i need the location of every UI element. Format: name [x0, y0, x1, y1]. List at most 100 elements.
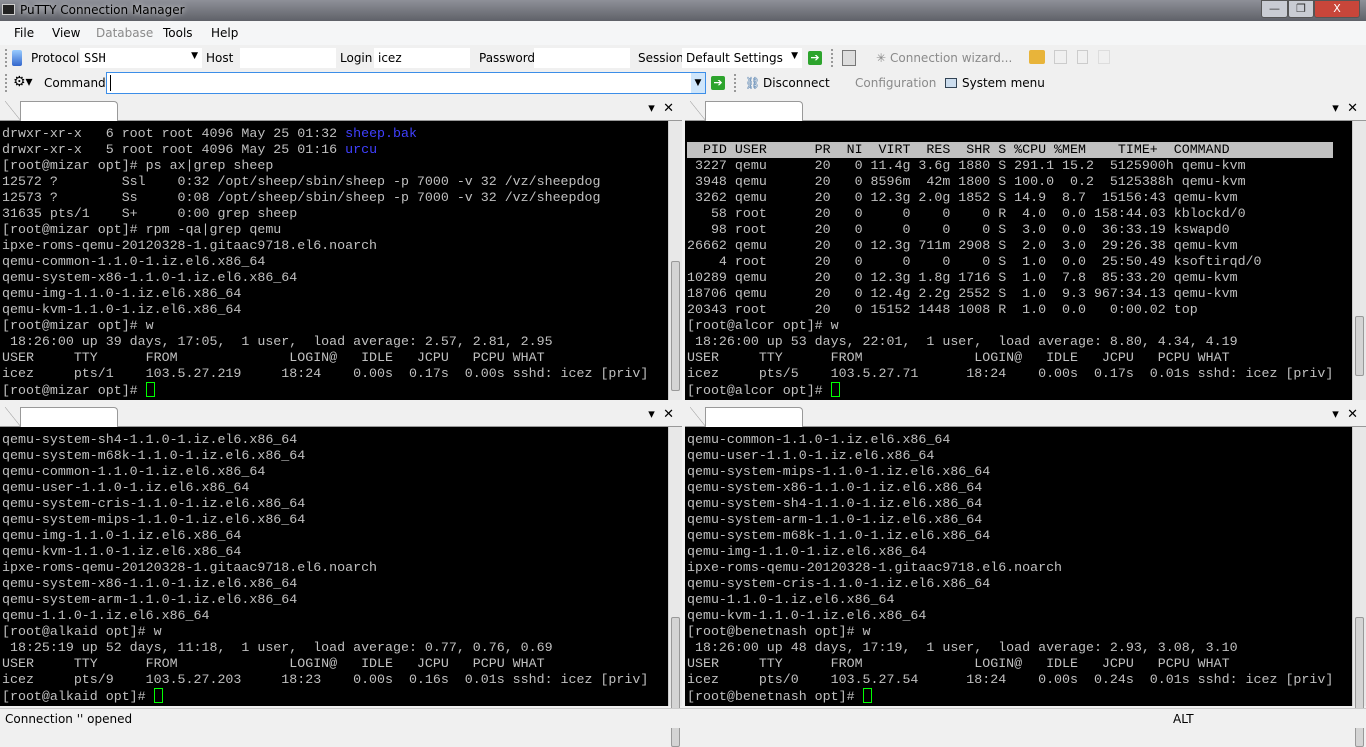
scrollbar[interactable] [1352, 427, 1366, 747]
script-icon[interactable]: ⚙▾ [13, 74, 33, 90]
terminal-line: qemu-kvm-1.1.0-1.iz.el6.x86_64 [2, 544, 668, 560]
terminal-text: 18:25:19 up 52 days, 11:18, 1 user, load… [2, 640, 553, 655]
terminal-line: 12572 ? Ssl 0:32 /opt/sheep/sbin/sheep -… [2, 174, 668, 190]
scrollbar-thumb[interactable] [671, 261, 680, 391]
tab-list-dropdown-icon[interactable]: ▾ [648, 407, 655, 422]
minimize-button[interactable]: — [1261, 0, 1288, 18]
copy-icon[interactable] [1077, 50, 1088, 64]
terminal-line: qemu-common-1.1.0-1.iz.el6.x86_64 [2, 254, 668, 270]
terminal-text: USER TTY FROM LOGIN@ IDLE JCPU PCPU WHAT [687, 350, 1230, 365]
terminal-text: qemu-system-mips-1.1.0-1.iz.el6.x86_64 [687, 464, 991, 479]
terminal-text: qemu-system-arm-1.1.0-1.iz.el6.x86_64 [687, 512, 983, 527]
terminal-text: qemu-system-mips-1.1.0-1.iz.el6.x86_64 [2, 512, 306, 527]
wizard-icon: ✳ [876, 51, 887, 65]
toolbar-grip[interactable] [5, 74, 7, 92]
session-tab[interactable] [20, 407, 118, 428]
terminal-text: 18:26:00 up 48 days, 17:19, 1 user, load… [687, 640, 1238, 655]
terminal-text: qemu-system-cris-1.1.0-1.iz.el6.x86_64 [687, 576, 991, 591]
import-icon[interactable] [1098, 50, 1110, 64]
scrollbar[interactable] [1352, 121, 1366, 400]
session-tab[interactable] [705, 101, 803, 122]
terminal-cursor [153, 688, 163, 703]
close-button[interactable]: X [1314, 0, 1360, 18]
session-tab[interactable] [20, 101, 118, 122]
tab-list-dropdown-icon[interactable]: ▾ [1332, 101, 1339, 116]
terminal-text: 98 root 20 0 0 0 0 S 3.0 0.0 36:33.19 ks… [687, 222, 1230, 237]
chevron-down-icon: ▼ [191, 51, 198, 61]
password-input[interactable] [534, 48, 630, 68]
terminal-line: qemu-common-1.1.0-1.iz.el6.x86_64 [2, 464, 668, 480]
terminal-text: icez pts/5 103.5.27.71 18:24 0.00s 0.17s… [687, 366, 1334, 381]
terminal-text: qemu-system-arm-1.1.0-1.iz.el6.x86_64 [2, 592, 298, 607]
connection-wizard-button[interactable]: Connection wizard... [890, 51, 1012, 65]
login-label: Login [340, 51, 373, 65]
terminal-text: qemu-system-m68k-1.1.0-1.iz.el6.x86_64 [687, 528, 991, 543]
session-select[interactable]: Default Settings ▼ [682, 48, 802, 68]
terminal-text: 12573 ? Ss 0:08 /opt/sheep/sbin/sheep -p… [2, 190, 601, 205]
tab-list-dropdown-icon[interactable]: ▾ [1332, 407, 1339, 422]
database-icon[interactable] [842, 50, 856, 66]
menu-tools[interactable]: Tools [163, 26, 193, 40]
close-tab-icon[interactable]: ✕ [663, 101, 674, 116]
terminal-text: 18:26:00 up 53 days, 22:01, 1 user, load… [687, 334, 1238, 349]
terminal-line: [root@mizar opt]# w [2, 318, 668, 334]
terminal-text: 3262 qemu 20 0 12.3g 2.0g 1852 S 14.9 8.… [687, 190, 1238, 205]
terminal-screen[interactable]: drwxr-xr-x 6 root root 4096 May 25 01:32… [0, 121, 668, 400]
toolbar-grip[interactable] [734, 74, 736, 92]
terminal-pane-alcor: ▾ ✕ PID USER PR NI VIRT RES SHR S %CPU %… [685, 98, 1366, 400]
disconnect-button[interactable]: Disconnect [763, 76, 830, 90]
terminal-text: qemu-1.1.0-1.iz.el6.x86_64 [687, 592, 895, 607]
terminal-line: 10289 qemu 20 0 12.3g 1.8g 1716 S 1.0 7.… [687, 270, 1352, 286]
terminal-line: ipxe-roms-qemu-20120328-1.gitaac9718.el6… [687, 560, 1352, 576]
terminal-screen[interactable]: PID USER PR NI VIRT RES SHR S %CPU %MEM … [685, 121, 1352, 400]
host-input[interactable] [240, 48, 336, 68]
menu-help[interactable]: Help [211, 26, 238, 40]
menu-file[interactable]: File [14, 26, 34, 40]
terminal-screen[interactable]: qemu-system-sh4-1.1.0-1.iz.el6.x86_64 qem… [0, 427, 668, 706]
protocol-select[interactable]: SSH ▼ [80, 48, 202, 68]
tab-list-dropdown-icon[interactable]: ▾ [648, 101, 655, 116]
terminal-screen[interactable]: qemu-common-1.1.0-1.iz.el6.x86_64 qemu-us… [685, 427, 1352, 706]
terminal-text: qemu-common-1.1.0-1.iz.el6.x86_64 [2, 464, 266, 479]
terminal-line: PID USER PR NI VIRT RES SHR S %CPU %MEM … [687, 142, 1352, 158]
terminal-line: 3948 qemu 20 0 8596m 42m 1800 S 100.0 0.… [687, 174, 1352, 190]
close-tab-icon[interactable]: ✕ [663, 407, 674, 422]
session-tab[interactable] [705, 407, 803, 428]
save-icon[interactable] [1054, 50, 1067, 64]
terminal-line: icez pts/0 103.5.27.54 18:24 0.00s 0.24s… [687, 672, 1352, 688]
scrollbar[interactable] [668, 427, 682, 747]
title-bar: PuTTY Connection Manager — ❐ X [0, 0, 1366, 21]
terminal-text: qemu-kvm-1.1.0-1.iz.el6.x86_64 [2, 302, 242, 317]
tab-strip: ▾ ✕ [685, 98, 1366, 122]
scrollbar-thumb[interactable] [1355, 316, 1364, 376]
connect-arrow-icon[interactable]: ➔ [808, 51, 822, 65]
close-tab-icon[interactable]: ✕ [1347, 407, 1358, 422]
restore-button[interactable]: ❐ [1288, 0, 1314, 18]
open-folder-icon[interactable] [1029, 50, 1045, 64]
toolbar-grip[interactable] [831, 49, 833, 67]
text-cursor [110, 75, 111, 91]
terminal-line: USER TTY FROM LOGIN@ IDLE JCPU PCPU WHAT [687, 656, 1352, 672]
terminal-text: 31635 pts/1 S+ 0:00 grep sheep [2, 206, 298, 221]
configuration-button[interactable]: Configuration [855, 76, 936, 90]
terminal-text: [root@mizar opt]# rpm -qa|grep qemu [2, 222, 282, 237]
scrollbar[interactable] [668, 121, 682, 400]
terminal-text: qemu-img-1.1.0-1.iz.el6.x86_64 [2, 528, 242, 543]
command-input[interactable]: ▼ [106, 72, 706, 94]
toolbar-grip[interactable] [5, 49, 7, 67]
protocol-icon [12, 50, 22, 66]
login-input[interactable]: icez [374, 48, 470, 68]
system-menu-button[interactable]: System menu [962, 76, 1045, 90]
menu-bar: File View Database Tools Help [0, 21, 1366, 45]
terminal-line: qemu-system-cris-1.1.0-1.iz.el6.x86_64 [2, 496, 668, 512]
command-label: Command [44, 76, 106, 90]
terminal-line: [root@mizar opt]# rpm -qa|grep qemu [2, 222, 668, 238]
close-tab-icon[interactable]: ✕ [1347, 101, 1358, 116]
terminal-text: qemu-img-1.1.0-1.iz.el6.x86_64 [2, 286, 242, 301]
menu-database[interactable]: Database [96, 26, 153, 40]
terminal-line: USER TTY FROM LOGIN@ IDLE JCPU PCPU WHAT [687, 350, 1352, 366]
terminal-line: qemu-system-mips-1.1.0-1.iz.el6.x86_64 [687, 464, 1352, 480]
chevron-down-icon[interactable]: ▼ [691, 73, 705, 93]
send-command-arrow-icon[interactable]: ➔ [711, 76, 725, 90]
menu-view[interactable]: View [52, 26, 80, 40]
